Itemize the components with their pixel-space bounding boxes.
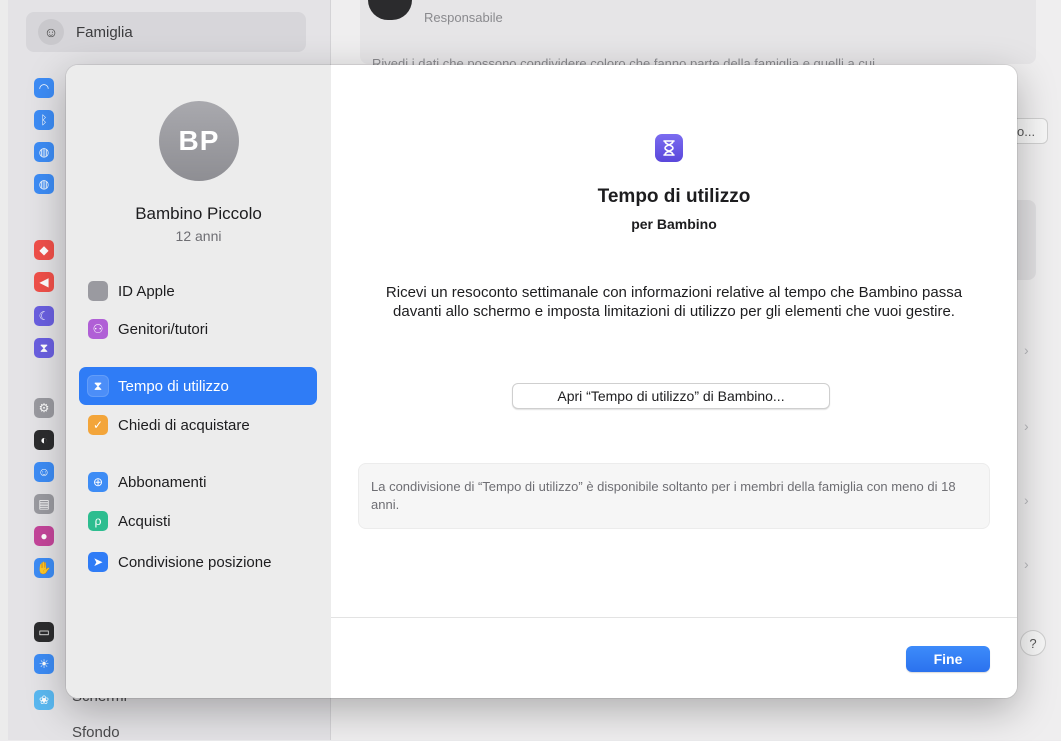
background-responsible-label: Responsabile: [424, 10, 503, 25]
chevron-right-icon[interactable]: ›: [1024, 556, 1029, 572]
hourglass-icon: ⧗: [88, 376, 108, 396]
screen-time-icon[interactable]: ⧗: [34, 338, 54, 358]
displays-icon[interactable]: ☀: [34, 654, 54, 674]
member-avatar: BP: [159, 101, 239, 181]
privacy-hand-icon[interactable]: ✋: [34, 558, 54, 578]
bluetooth-icon[interactable]: ᛒ: [34, 110, 54, 130]
family-label: Famiglia: [76, 23, 133, 41]
ask-to-buy-icon: ✓: [88, 415, 108, 435]
family-member-sheet: BP Bambino Piccolo 12 anni ID Apple ⚇ Geni…: [66, 65, 1017, 698]
sheet-content: Tempo di utilizzo per Bambino Ricevi un …: [331, 65, 1017, 698]
sidebar-item-screen-time[interactable]: ⧗ Tempo di utilizzo: [79, 367, 317, 405]
info-note: La condivisione di “Tempo di utilizzo” è…: [358, 463, 990, 529]
chevron-right-icon[interactable]: ›: [1024, 342, 1029, 358]
footer-divider: [331, 617, 1017, 618]
sidebar-item-label: Chiedi di acquistare: [118, 416, 250, 434]
family-avatar-icon: ☺: [38, 19, 64, 45]
vpn-globe-icon[interactable]: ◍: [34, 174, 54, 194]
sidebar-item-subscriptions[interactable]: ⊕ Abbonamenti: [79, 463, 317, 501]
sound-icon[interactable]: ◀: [34, 272, 54, 292]
description-text: Ricevi un resoconto settimanale con info…: [385, 284, 963, 320]
done-button[interactable]: Fine: [906, 646, 990, 672]
wallpaper-icon[interactable]: ❀: [34, 690, 54, 710]
apple-icon: [88, 281, 108, 301]
notifications-icon[interactable]: ◆: [34, 240, 54, 260]
general-gear-icon[interactable]: ⚙: [34, 398, 54, 418]
parents-icon: ⚇: [88, 319, 108, 339]
sidebar-item-parents[interactable]: ⚇ Genitori/tutori: [79, 310, 317, 348]
sidebar-item-ask-to-buy[interactable]: ✓ Chiedi di acquistare: [79, 406, 317, 444]
sidebar-item-label: Tempo di utilizzo: [118, 377, 229, 395]
sidebar-item-label: Acquisti: [118, 512, 171, 530]
sidebar-item-label: Condivisione posizione: [118, 553, 272, 571]
hourglass-icon: [655, 134, 683, 162]
page-title: Tempo di utilizzo: [597, 186, 751, 207]
purchases-icon: ρ: [88, 511, 108, 531]
wifi-icon[interactable]: ◠: [34, 78, 54, 98]
sidebar-item-apple-id[interactable]: ID Apple: [79, 272, 317, 310]
control-center-icon[interactable]: ▤: [34, 494, 54, 514]
sidebar-item-family[interactable]: ☺ Famiglia: [26, 12, 306, 52]
siri-icon[interactable]: ●: [34, 526, 54, 546]
open-screen-time-button[interactable]: Apri “Tempo di utilizzo” di Bambino...: [512, 383, 830, 409]
accessibility-icon[interactable]: ☺: [34, 462, 54, 482]
member-age: 12 anni: [175, 228, 222, 244]
focus-moon-icon[interactable]: ☾: [34, 306, 54, 326]
chevron-right-icon[interactable]: ›: [1024, 492, 1029, 508]
chevron-right-icon[interactable]: ›: [1024, 418, 1029, 434]
sheet-sidebar: BP Bambino Piccolo 12 anni ID Apple ⚇ Geni…: [66, 65, 332, 698]
help-button[interactable]: ?: [1020, 630, 1046, 656]
network-icon[interactable]: ◍: [34, 142, 54, 162]
subscriptions-icon: ⊕: [88, 472, 108, 492]
sidebar-item-label: Genitori/tutori: [118, 320, 209, 338]
sidebar-item-label: ID Apple: [118, 282, 175, 300]
sidebar-item-location[interactable]: ➤ Condivisione posizione: [79, 543, 317, 581]
sidebar-item-wallpaper-label[interactable]: Sfondo: [72, 724, 120, 741]
sidebar-item-label: Abbonamenti: [118, 473, 207, 491]
sidebar-item-purchases[interactable]: ρ Acquisti: [79, 502, 317, 540]
desktop-dock-icon[interactable]: ▭: [34, 622, 54, 642]
page-subtitle: per Bambino: [631, 216, 717, 232]
appearance-icon[interactable]: ◐: [34, 430, 54, 450]
background-panel: [1016, 200, 1036, 280]
location-arrow-icon: ➤: [88, 552, 108, 572]
member-name: Bambino Piccolo: [135, 204, 262, 223]
